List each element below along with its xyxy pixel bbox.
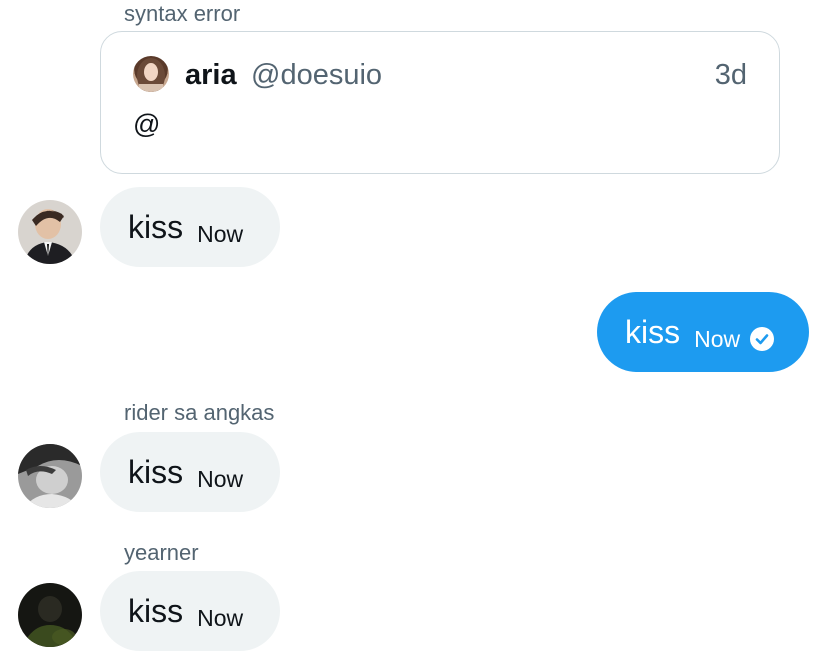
message-bubble-incoming[interactable]: kiss Now bbox=[100, 432, 280, 512]
message-bubble-incoming[interactable]: kiss Now bbox=[100, 571, 280, 651]
message-time: Now bbox=[197, 465, 244, 492]
message-bubble-incoming[interactable]: kiss Now bbox=[100, 187, 280, 267]
sender-avatar[interactable] bbox=[18, 200, 82, 264]
sender-name-yearner: yearner bbox=[124, 540, 199, 565]
quoted-author-name[interactable]: aria bbox=[185, 58, 237, 92]
sender-name-syntax-error: syntax error bbox=[124, 1, 241, 26]
message-time: Now bbox=[197, 604, 244, 631]
message-text: kiss bbox=[128, 593, 184, 629]
quoted-timestamp: 3d bbox=[714, 59, 747, 91]
message-text: kiss bbox=[625, 314, 681, 350]
message-bubble-outgoing[interactable]: kiss Now bbox=[597, 292, 809, 372]
quoted-tweet-text: @ bbox=[133, 109, 161, 139]
sender-name-rider-sa-angkas: rider sa angkas bbox=[124, 400, 275, 425]
quoted-author-handle[interactable]: @doesuio bbox=[251, 58, 382, 92]
message-time: Now bbox=[197, 220, 244, 247]
check-circle-icon bbox=[750, 327, 775, 351]
quoted-tweet-card[interactable]: aria @doesuio 3d @ bbox=[100, 31, 780, 174]
sender-avatar[interactable] bbox=[18, 583, 82, 647]
quoted-author-avatar[interactable] bbox=[133, 56, 169, 92]
sender-avatar[interactable] bbox=[18, 444, 82, 508]
message-time: Now bbox=[694, 325, 741, 352]
message-text: kiss bbox=[128, 209, 184, 245]
message-text: kiss bbox=[128, 454, 184, 490]
